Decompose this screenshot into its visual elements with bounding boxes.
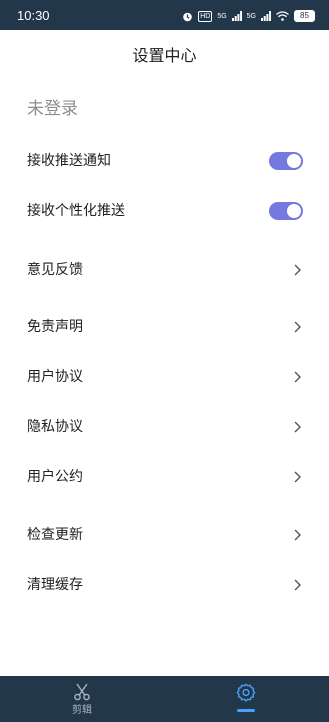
row-label: 意见反馈: [27, 262, 83, 278]
status-bar: 10:30 HD 5G 5G 85: [0, 0, 329, 30]
row-label: 接收个性化推送: [27, 203, 125, 219]
chevron-right-icon: [291, 578, 303, 592]
page-title: 设置中心: [132, 46, 197, 65]
toggle-knob: [287, 154, 301, 168]
row-label: 接收推送通知: [27, 153, 111, 169]
signal-bars-icon: [261, 11, 271, 21]
setting-feedback[interactable]: 意见反馈: [27, 255, 303, 285]
signal-bars-icon: [231, 11, 242, 21]
setting-clear-cache[interactable]: 清理缓存: [27, 570, 303, 600]
wifi-icon: [276, 11, 289, 21]
row-label: 清理缓存: [27, 577, 83, 593]
setting-personalized-push: 接收个性化推送: [27, 196, 303, 226]
signal-5g-label-1: 5G: [217, 12, 227, 20]
setting-user-agreement[interactable]: 用户协议: [27, 362, 303, 392]
chevron-right-icon: [291, 470, 303, 484]
chevron-right-icon: [291, 320, 303, 334]
row-label: 隐私协议: [27, 419, 83, 435]
nav-item-settings[interactable]: [216, 676, 276, 722]
chevron-right-icon: [291, 420, 303, 434]
personalized-push-toggle[interactable]: [269, 202, 303, 220]
status-time: 10:30: [17, 8, 50, 23]
hd-badge: HD: [198, 10, 213, 22]
setting-disclaimer[interactable]: 免责声明: [27, 312, 303, 342]
bottom-nav: 剪辑: [0, 676, 329, 722]
active-tab-indicator: [237, 709, 255, 712]
setting-user-convention[interactable]: 用户公约: [27, 462, 303, 492]
toggle-knob: [287, 204, 301, 218]
nav-item-edit[interactable]: 剪辑: [52, 676, 112, 722]
row-label: 用户公约: [27, 469, 83, 485]
chevron-right-icon: [291, 370, 303, 384]
scissors-icon: [72, 682, 92, 706]
status-icons: HD 5G 5G 85: [182, 8, 315, 24]
chevron-right-icon: [291, 263, 303, 277]
push-notifications-toggle[interactable]: [269, 152, 303, 170]
row-label: 检查更新: [27, 527, 83, 543]
chevron-right-icon: [291, 528, 303, 542]
battery-indicator: 85: [294, 10, 315, 22]
setting-privacy-agreement[interactable]: 隐私协议: [27, 412, 303, 442]
setting-check-update[interactable]: 检查更新: [27, 520, 303, 550]
nav-label-edit: 剪辑: [72, 705, 92, 716]
signal-5g-label-2: 5G: [246, 12, 256, 20]
login-status[interactable]: 未登录: [27, 97, 78, 121]
row-label: 用户协议: [27, 369, 83, 385]
alarm-icon: [183, 12, 192, 21]
gear-icon: [235, 682, 257, 708]
row-label: 免责声明: [27, 319, 83, 335]
setting-push-notifications: 接收推送通知: [27, 146, 303, 176]
